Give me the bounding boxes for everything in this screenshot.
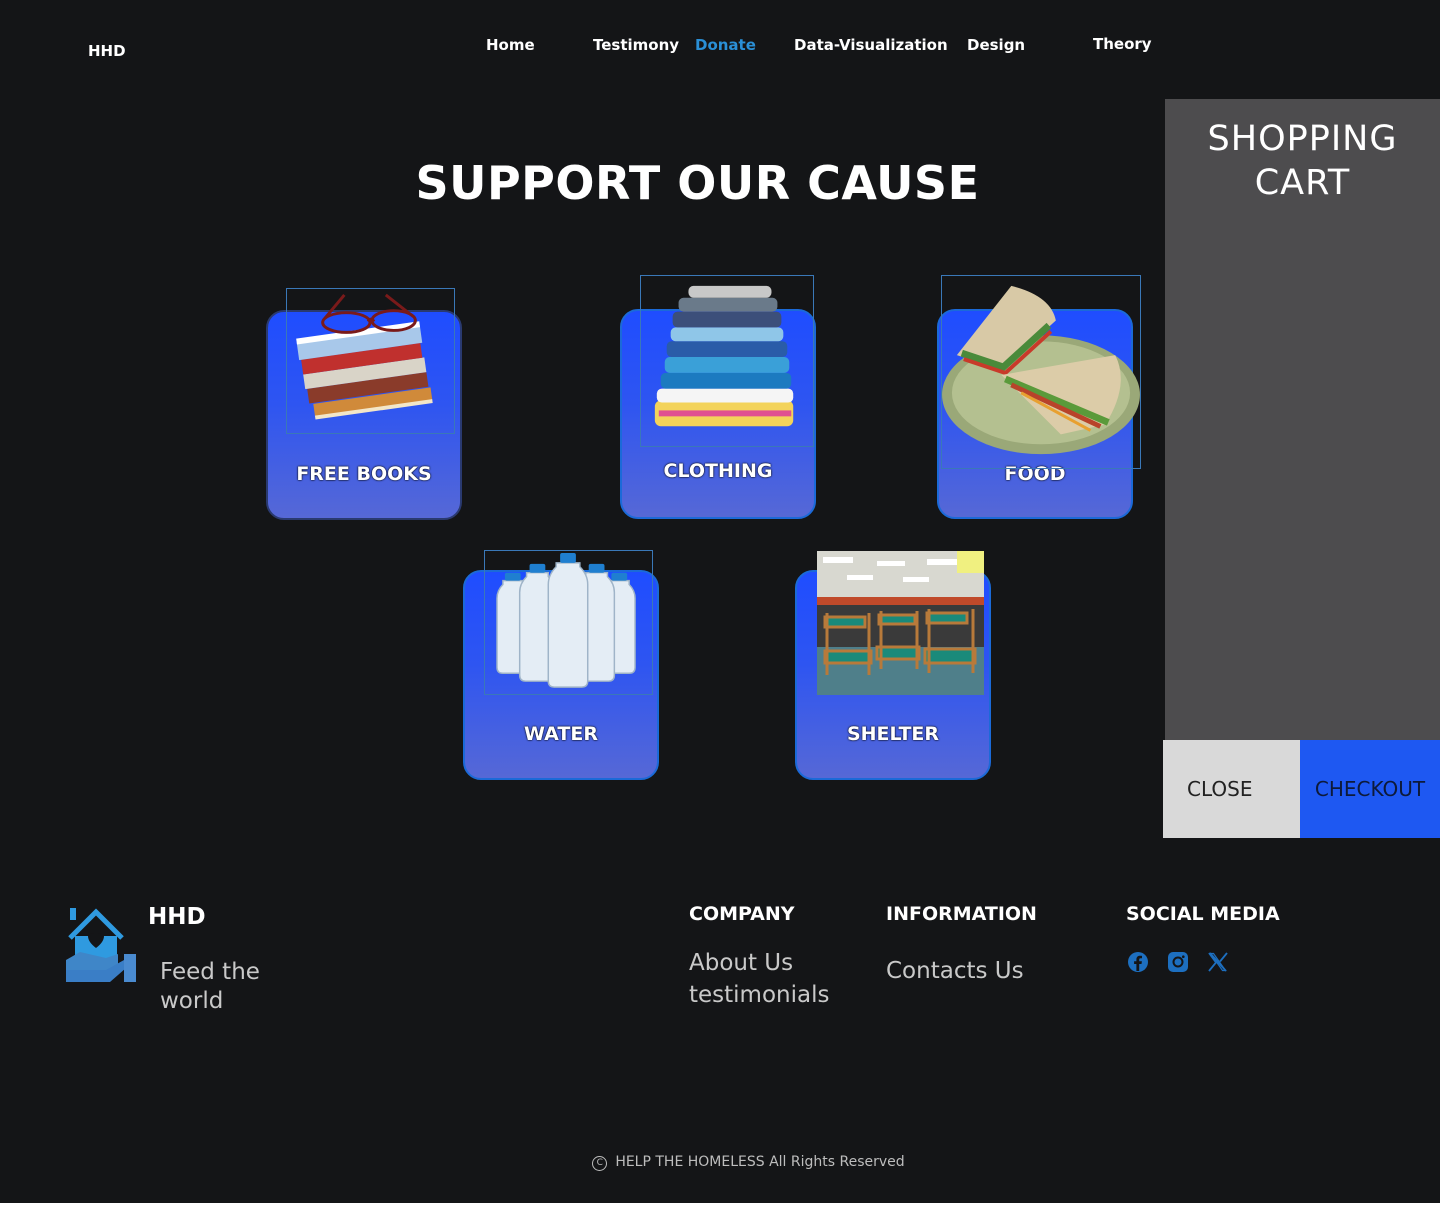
nav-design[interactable]: Design (967, 36, 1025, 54)
food-image (941, 275, 1141, 469)
cart-title-line1: SHOPPING (1207, 119, 1398, 159)
card-label: CLOTHING (663, 460, 773, 482)
card-label: FREE BOOKS (296, 463, 432, 485)
footer-logo-icon (66, 908, 138, 988)
footer-link-about-us[interactable]: About Us (689, 950, 793, 976)
x-icon[interactable] (1206, 950, 1230, 974)
books-image (286, 288, 455, 434)
nav-home[interactable]: Home (486, 36, 535, 54)
nav-donate[interactable]: Donate (695, 36, 756, 54)
facebook-icon[interactable] (1126, 950, 1150, 974)
footer-heading-information: INFORMATION (886, 903, 1037, 925)
water-image (484, 550, 653, 695)
copyright: C HELP THE HOMELESS All Rights Reserved (0, 1154, 1440, 1171)
cart-title-line2: CART (1254, 163, 1351, 203)
cart-title: SHOPPING CART (1165, 117, 1440, 205)
card-label: WATER (524, 723, 598, 745)
checkout-button[interactable]: CHECKOUT (1300, 740, 1440, 838)
instagram-icon[interactable] (1166, 950, 1190, 974)
copyright-text: HELP THE HOMELESS All Rights Reserved (615, 1154, 905, 1170)
card-label: SHELTER (846, 723, 940, 745)
nav-theory[interactable]: Theory (1093, 35, 1152, 53)
footer-link-testimonials[interactable]: testimonials (689, 982, 829, 1008)
footer-heading-company: COMPANY (689, 903, 795, 925)
footer-brand: HHD (148, 904, 206, 930)
footer-heading-social-media: SOCIAL MEDIA (1126, 903, 1280, 925)
clothing-image (640, 275, 814, 447)
nav-testimony[interactable]: Testimony (593, 36, 679, 54)
site-logo[interactable]: HHD (88, 42, 126, 60)
shelter-image (817, 551, 984, 695)
footer-tagline: Feed the world (160, 959, 260, 1014)
page: HHD Home Testimony Donate Data-Visualiza… (0, 0, 1440, 1203)
close-cart-button[interactable]: CLOSE (1163, 740, 1300, 838)
shopping-cart-panel: SHOPPING CART (1165, 99, 1440, 740)
footer-link-contacts-us[interactable]: Contacts Us (886, 958, 1024, 984)
nav-data-visualization[interactable]: Data-Visualization (794, 36, 948, 54)
copyright-icon: C (592, 1156, 608, 1171)
